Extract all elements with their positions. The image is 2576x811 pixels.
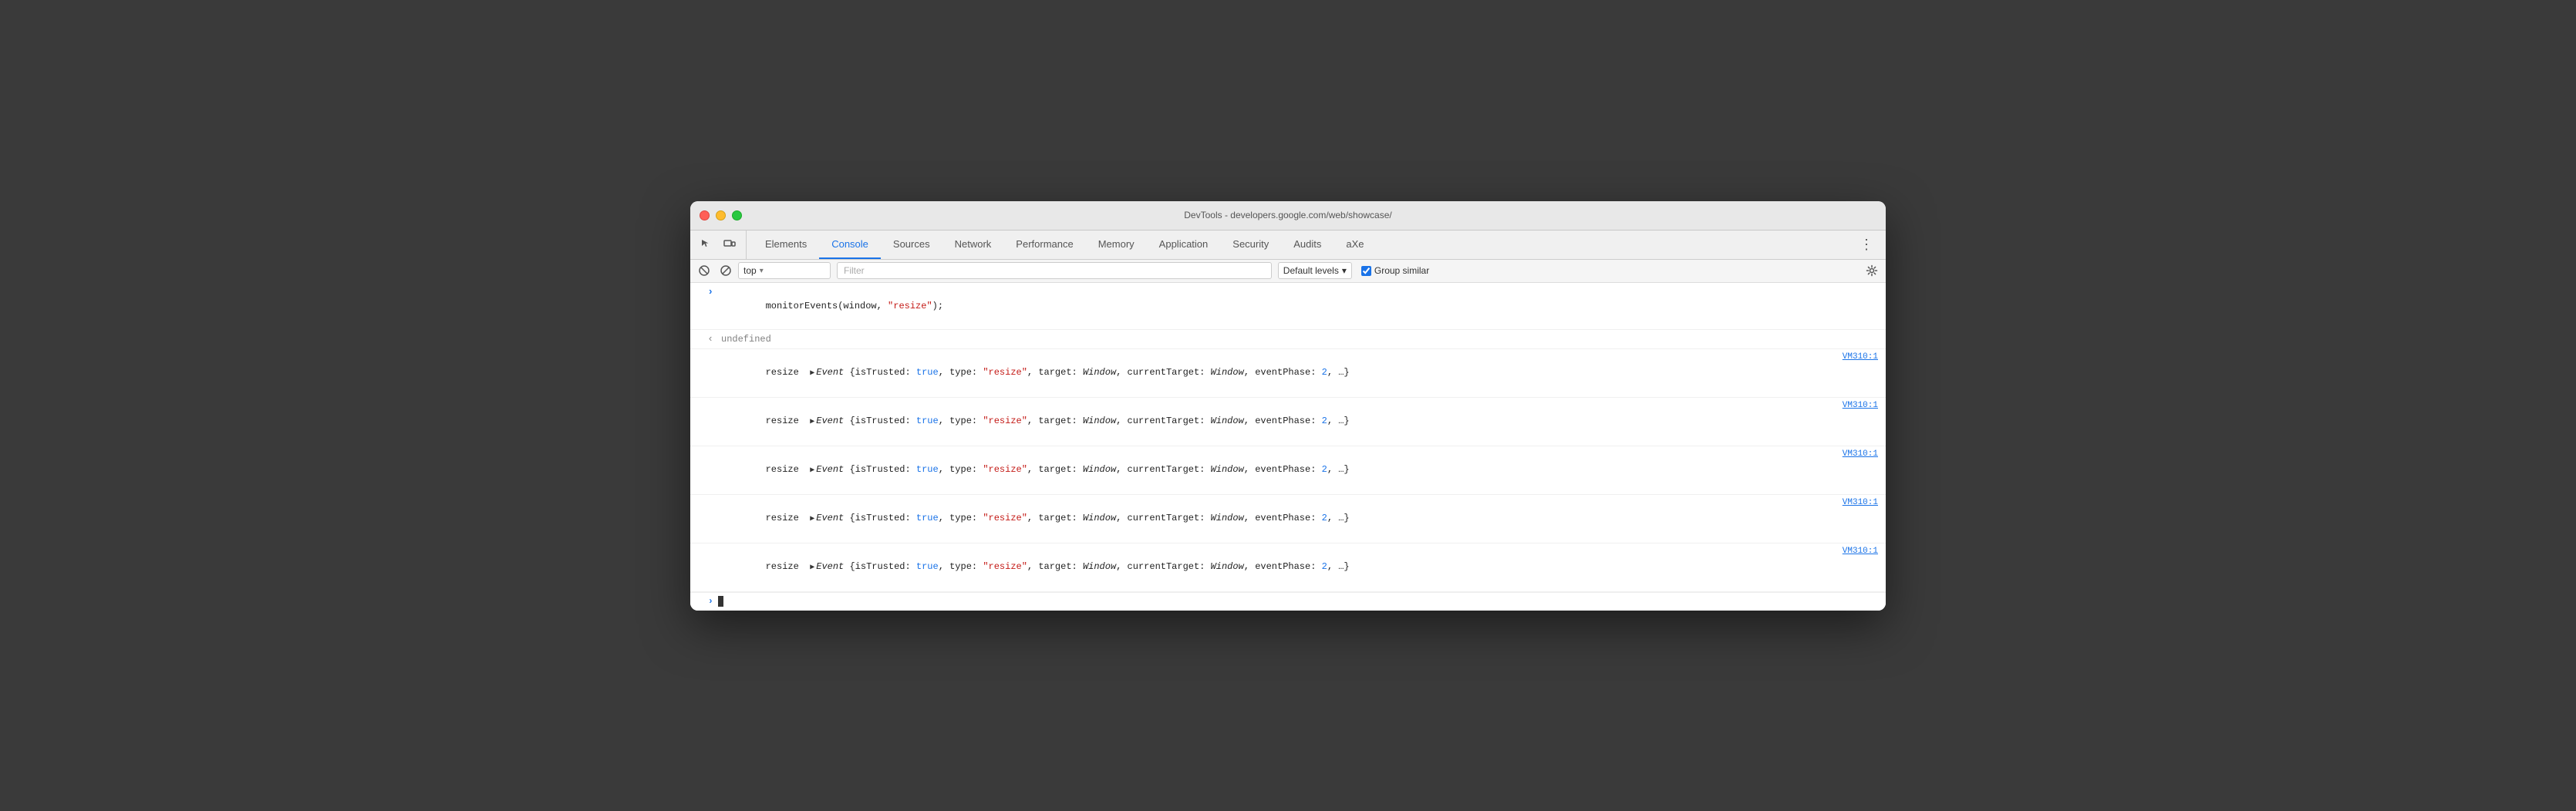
devtools-side-icons: [696, 231, 747, 259]
filter-input[interactable]: [837, 262, 1272, 279]
prompt-input: ›: [690, 284, 718, 298]
tab-security[interactable]: Security: [1220, 231, 1281, 259]
tab-audits[interactable]: Audits: [1281, 231, 1334, 259]
active-input-cursor[interactable]: [718, 596, 723, 607]
close-button[interactable]: [700, 210, 710, 220]
text-cursor: [718, 596, 723, 607]
console-input-line-1: › monitorEvents(window, "resize");: [690, 283, 1886, 330]
event-line-5: resize ▶Event {isTrusted: true, type: "r…: [690, 543, 1886, 592]
group-similar-checkbox[interactable]: [1361, 266, 1371, 276]
event-line-1: resize ▶Event {isTrusted: true, type: "r…: [690, 349, 1886, 398]
event-content-3: resize ▶Event {isTrusted: true, type: "r…: [718, 448, 1835, 493]
event-content-4: resize ▶Event {isTrusted: true, type: "r…: [718, 496, 1835, 541]
group-similar-label[interactable]: Group similar: [1361, 265, 1429, 276]
context-arrow-icon: ▾: [760, 267, 764, 275]
tab-application[interactable]: Application: [1147, 231, 1221, 259]
devtools-window: DevTools - developers.google.com/web/sho…: [690, 201, 1886, 611]
minimize-button[interactable]: [716, 210, 726, 220]
levels-label: Default levels: [1283, 265, 1339, 276]
context-value: top: [743, 265, 757, 276]
tabbar: Elements Console Sources Network Perform…: [690, 231, 1886, 260]
prompt-output: ‹: [690, 331, 718, 345]
event-content-2: resize ▶Event {isTrusted: true, type: "r…: [718, 399, 1835, 444]
source-link-4[interactable]: VM310:1: [1835, 496, 1886, 509]
source-link-5[interactable]: VM310:1: [1835, 545, 1886, 557]
event-line-4: resize ▶Event {isTrusted: true, type: "r…: [690, 495, 1886, 543]
more-tabs-button[interactable]: ⋮: [1853, 231, 1880, 259]
input-code-1: monitorEvents(window, "resize");: [718, 284, 1886, 328]
block-icon[interactable]: [716, 261, 735, 280]
event-content-5: resize ▶Event {isTrusted: true, type: "r…: [718, 545, 1835, 590]
event-content-1: resize ▶Event {isTrusted: true, type: "r…: [718, 351, 1835, 395]
clear-console-icon[interactable]: [695, 261, 713, 280]
source-link-3[interactable]: VM310:1: [1835, 448, 1886, 460]
console-output-line-1: ‹ undefined: [690, 330, 1886, 349]
log-levels-button[interactable]: Default levels ▾: [1278, 262, 1352, 279]
titlebar: DevTools - developers.google.com/web/sho…: [690, 201, 1886, 231]
event-line-3: resize ▶Event {isTrusted: true, type: "r…: [690, 446, 1886, 495]
tab-sources[interactable]: Sources: [881, 231, 942, 259]
tab-network[interactable]: Network: [942, 231, 1004, 259]
maximize-button[interactable]: [732, 210, 742, 220]
source-link-2[interactable]: VM310:1: [1835, 399, 1886, 412]
window-title: DevTools - developers.google.com/web/sho…: [1184, 210, 1391, 220]
console-output: › monitorEvents(window, "resize"); ‹ und…: [690, 283, 1886, 611]
active-prompt: ›: [690, 596, 718, 607]
group-similar-text: Group similar: [1374, 265, 1429, 276]
settings-icon[interactable]: [1863, 261, 1881, 280]
tab-elements[interactable]: Elements: [753, 231, 819, 259]
event-line-2: resize ▶Event {isTrusted: true, type: "r…: [690, 398, 1886, 446]
console-toolbar: top ▾ Default levels ▾ Group similar: [690, 260, 1886, 283]
inspect-icon[interactable]: [696, 234, 716, 254]
tab-axe[interactable]: aXe: [1334, 231, 1376, 259]
levels-arrow-icon: ▾: [1342, 265, 1347, 276]
console-active-input[interactable]: ›: [690, 592, 1886, 611]
tab-performance[interactable]: Performance: [1003, 231, 1085, 259]
device-toggle-icon[interactable]: [720, 234, 740, 254]
tab-console[interactable]: Console: [819, 231, 881, 259]
output-undefined: undefined: [718, 331, 1886, 347]
tab-memory[interactable]: Memory: [1086, 231, 1147, 259]
context-selector[interactable]: top ▾: [738, 262, 831, 279]
source-link-1[interactable]: VM310:1: [1835, 351, 1886, 363]
traffic-lights: [700, 210, 742, 220]
